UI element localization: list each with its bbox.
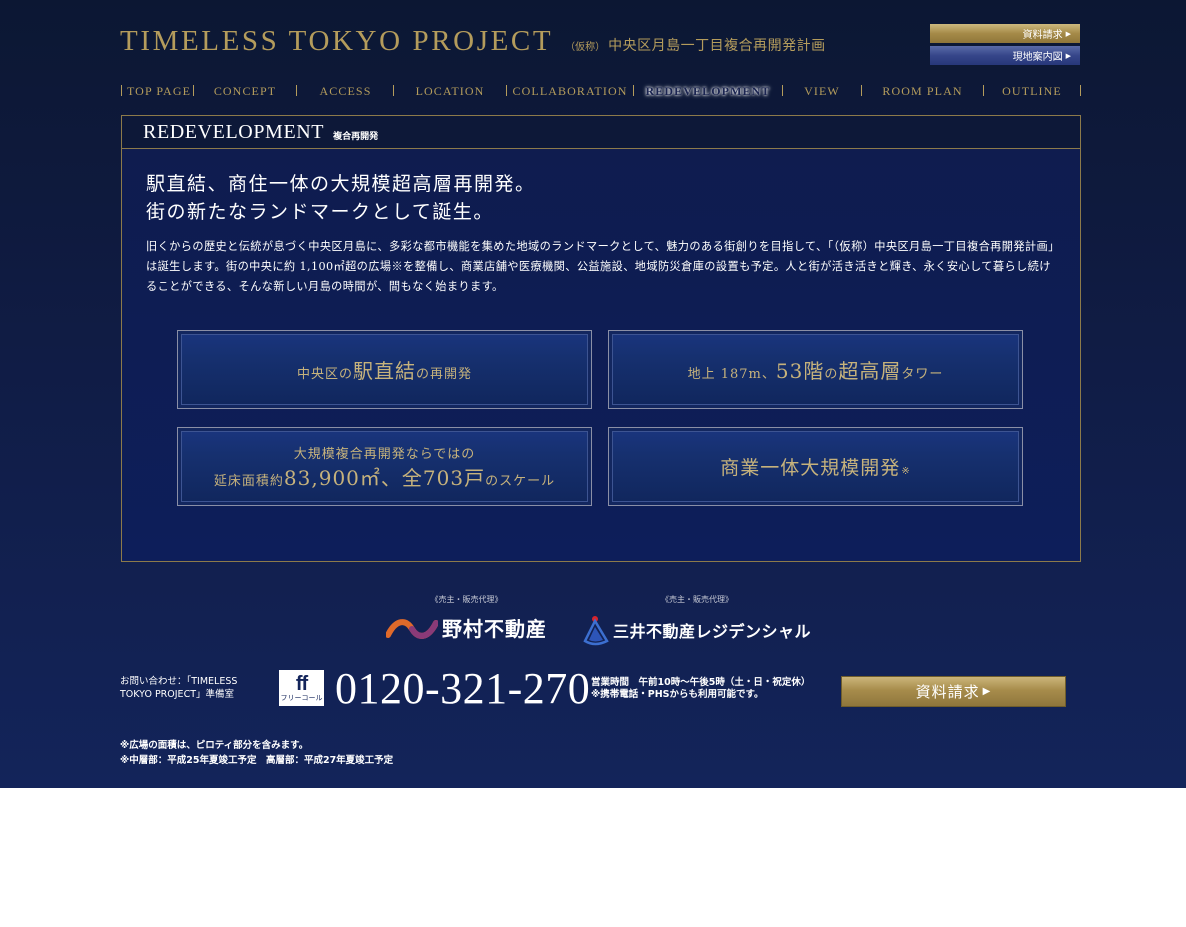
arrow-right-icon: ▶ [982,686,992,697]
nav-item-location[interactable]: LOCATION [394,82,506,100]
feature-text: の [824,367,839,382]
nomura-logo-icon [386,618,438,639]
footnote-mark: ※ [901,466,911,477]
lead-line-2: 街の新たなランドマークとして誕生。 [146,201,494,223]
sponsor-mitsui[interactable]: 《売主・販売代理》 三井不動産レジデンシャル [583,594,811,647]
feature-text: のスケール [485,473,556,489]
feature-line: 商業一体大規模開発 ※ [720,453,910,480]
sponsor-name: 三井不動産レジデンシャル [613,622,812,641]
section-title-sub: 複合再開発 [333,131,379,142]
feature-scale[interactable]: 大規模複合再開発ならではの 延床面積約 83,900㎡、全703戸 のスケール [177,427,592,506]
arrow-right-icon: ▶ [1065,29,1071,38]
header-site-map-label: 現地案内図 [1012,52,1063,63]
section-header: REDEVELOPMENT 複合再開発 [122,116,1080,149]
feature-text: 延床面積約 [213,473,284,489]
footer-doc-request-label: 資料請求 [915,683,980,701]
lead-copy: 駅直結、商住一体の大規模超高層再開発。 街の新たなランドマークとして誕生。 [146,170,536,226]
nav-item-concept[interactable]: CONCEPT [197,82,293,100]
sponsor-nomura[interactable]: 《売主・販売代理》 野村不動産 [386,594,547,642]
site-subtitle-prefix: （仮称） [565,42,606,53]
site-title-main: TIMELESS TOKYO PROJECT [120,25,554,57]
freecall-icon: ff [295,672,308,695]
feature-line-2: 延床面積約 83,900㎡、全703戸 のスケール [214,462,555,491]
sponsor-name: 野村不動産 [442,617,547,641]
footer-doc-request-button[interactable]: 資料請求 ▶ [841,676,1066,707]
feature-commercial-integrated[interactable]: 商業一体大規模開発 ※ [608,427,1023,506]
feature-text-emphasis: 53階 [775,359,825,383]
page: TIMELESS TOKYO PROJECT （仮称） 中央区月島一丁目複合再開… [0,0,1186,788]
sponsor-role: 《売主・販売代理》 [430,595,503,604]
freecall-badge: ff フリーコール [279,670,324,706]
hours-text: 営業時間 午前10時〜午後5時（土・日・祝定休） [591,677,811,688]
nav-item-redevelopment[interactable]: REDEVELOPMENT [634,82,782,100]
sponsor-role: 《売主・販売代理》 [661,595,733,604]
section-title: REDEVELOPMENT [143,120,325,143]
mitsui-logo-icon [583,616,609,646]
feature-text-emphasis: 商業一体大規模開発 [720,457,901,479]
mobile-note: ※携帯電話・PHSからも利用可能です。 [591,689,764,700]
header-doc-request-label: 資料請求 [1022,30,1063,41]
footnote-plaza: ※広場の面積は、ピロティ部分を含みます。 [120,740,309,751]
feature-text: タワー [901,367,944,382]
arrow-right-icon: ▶ [1065,51,1071,60]
nav-item-top-page[interactable]: TOP PAGE [125,82,193,100]
site-subtitle: 中央区月島一丁目複合再開発計画 [608,38,826,54]
business-hours: 営業時間 午前10時〜午後5時（土・日・祝定休） ※携帯電話・PHSからも利用可… [591,677,831,701]
contact-label: お問い合わせ：「TIMELESS TOKYO PROJECT」準備室 [120,676,238,700]
feature-high-rise-tower[interactable]: 地上 187m、 53階 の 超高層 タワー [608,330,1023,409]
nav-divider [193,85,194,96]
header-site-map-button[interactable]: 現地案内図 ▶ [930,46,1080,65]
nav-divider [121,85,122,96]
nav-item-room-plan[interactable]: ROOM PLAN [862,82,983,100]
feature-station-direct[interactable]: 中央区の 駅直結 の再開発 [177,330,592,409]
feature-text-emphasis: 駅直結 [353,359,416,383]
feature-text-emphasis: 超高層 [838,359,902,383]
feature-line: 中央区の 駅直結 の再開発 [297,355,472,384]
footnotes: ※広場の面積は、ピロティ部分を含みます。 ※中層部：平成25年夏竣工予定 高層部… [120,738,393,768]
feature-text: の再開発 [416,367,473,382]
nav-divider [1080,85,1081,96]
nav-item-access[interactable]: ACCESS [297,82,394,100]
nav-item-collaboration[interactable]: COLLABORATION [507,82,633,100]
freecall-text: フリーコール [280,693,323,702]
body-text: 旧くからの歴史と伝統が息づく中央区月島に、多彩な都市機能を集めた地域のランドマー… [146,240,1060,293]
footnote-completion: ※中層部：平成25年夏竣工予定 高層部：平成27年夏竣工予定 [120,755,394,766]
site-title[interactable]: TIMELESS TOKYO PROJECT （仮称） 中央区月島一丁目複合再開… [120,25,826,59]
feature-line-1: 大規模複合再開発ならではの [293,446,476,462]
main-nav: TOP PAGE CONCEPT ACCESS LOCATION COLLABO… [121,82,1082,100]
content-frame: REDEVELOPMENT 複合再開発 駅直結、商住一体の大規模超高層再開発。 … [121,115,1081,562]
feature-text-emphasis: 83,900㎡、全703戸 [283,465,486,490]
feature-text: 中央区の [296,367,353,382]
feature-text: 地上 187m、 [687,367,776,382]
nav-item-view[interactable]: VIEW [783,82,861,100]
header-doc-request-button[interactable]: 資料請求 ▶ [930,24,1080,43]
sponsor-logo-row: 三井不動産レジデンシャル [583,613,811,647]
lead-line-1: 駅直結、商住一体の大規模超高層再開発。 [146,173,536,195]
feature-line: 地上 187m、 53階 の 超高層 タワー [688,355,944,384]
sponsor-logo-row: 野村不動産 [386,613,547,642]
nav-item-outline[interactable]: OUTLINE [984,82,1080,100]
phone-number[interactable]: 0120-321-270 [335,663,590,714]
